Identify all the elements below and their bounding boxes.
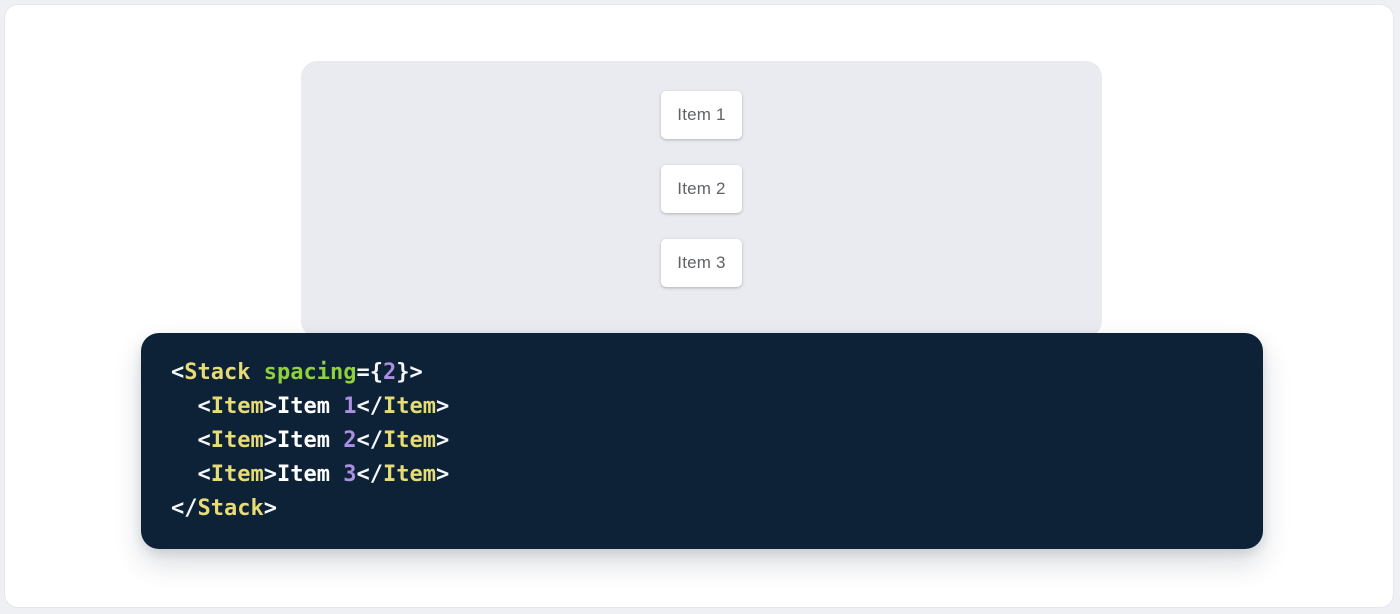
code-token-number: 2 [383,360,396,385]
code-token-punctuation: > [264,462,277,487]
code-token-plain [171,462,198,487]
code-token-plain [171,394,198,419]
code-token-plain [250,360,263,385]
code-token-punctuation: }> [396,360,423,385]
stack-item-label: Item 3 [677,253,725,273]
code-token-tag: Item [211,462,264,487]
code-token-attr: spacing [264,360,357,385]
code-token-punctuation: ={ [356,360,383,385]
code-token-plain: Item [277,462,343,487]
code-token-tag: Item [211,428,264,453]
code-token-number: 1 [343,394,356,419]
code-line: </Stack> [171,492,1233,526]
code-token-plain: Item [277,394,343,419]
code-token-punctuation: > [264,428,277,453]
code-token-punctuation: < [198,394,211,419]
code-token-number: 2 [343,428,356,453]
code-token-punctuation: > [436,394,449,419]
code-token-punctuation: > [264,394,277,419]
code-token-punctuation: </ [356,462,383,487]
code-line: <Item>Item 1</Item> [171,390,1233,424]
code-token-punctuation: > [436,462,449,487]
code-token-punctuation: > [436,428,449,453]
code-token-punctuation: </ [171,496,198,521]
code-token-punctuation: < [171,360,184,385]
code-line: <Item>Item 3</Item> [171,458,1233,492]
code-token-tag: Item [211,394,264,419]
code-token-tag: Item [383,428,436,453]
code-token-number: 3 [343,462,356,487]
code-token-punctuation: </ [356,394,383,419]
code-line: <Item>Item 2</Item> [171,424,1233,458]
stack-item: Item 2 [661,165,742,213]
code-token-punctuation: > [264,496,277,521]
code-token-punctuation: < [198,462,211,487]
stack-demo-panel: Item 1 Item 2 Item 3 [301,61,1102,337]
stack-item-label: Item 2 [677,179,725,199]
stack-item: Item 1 [661,91,742,139]
code-token-punctuation: < [198,428,211,453]
stack-item: Item 3 [661,239,742,287]
code-block: <Stack spacing={2}> <Item>Item 1</Item> … [141,333,1263,549]
code-token-plain [171,428,198,453]
page-background: { "demo": { "items": [ { "label": "Item … [0,0,1400,614]
stack-item-label: Item 1 [677,105,725,125]
code-token-tag: Stack [198,496,264,521]
code-token-tag: Stack [184,360,250,385]
code-line: <Stack spacing={2}> [171,356,1233,390]
code-token-plain: Item [277,428,343,453]
content-frame: Item 1Item 2Item 3 <Stack spacing={2}> <… [4,4,1394,608]
code-token-tag: Item [383,394,436,419]
code-token-tag: Item [383,462,436,487]
code-token-punctuation: </ [356,428,383,453]
